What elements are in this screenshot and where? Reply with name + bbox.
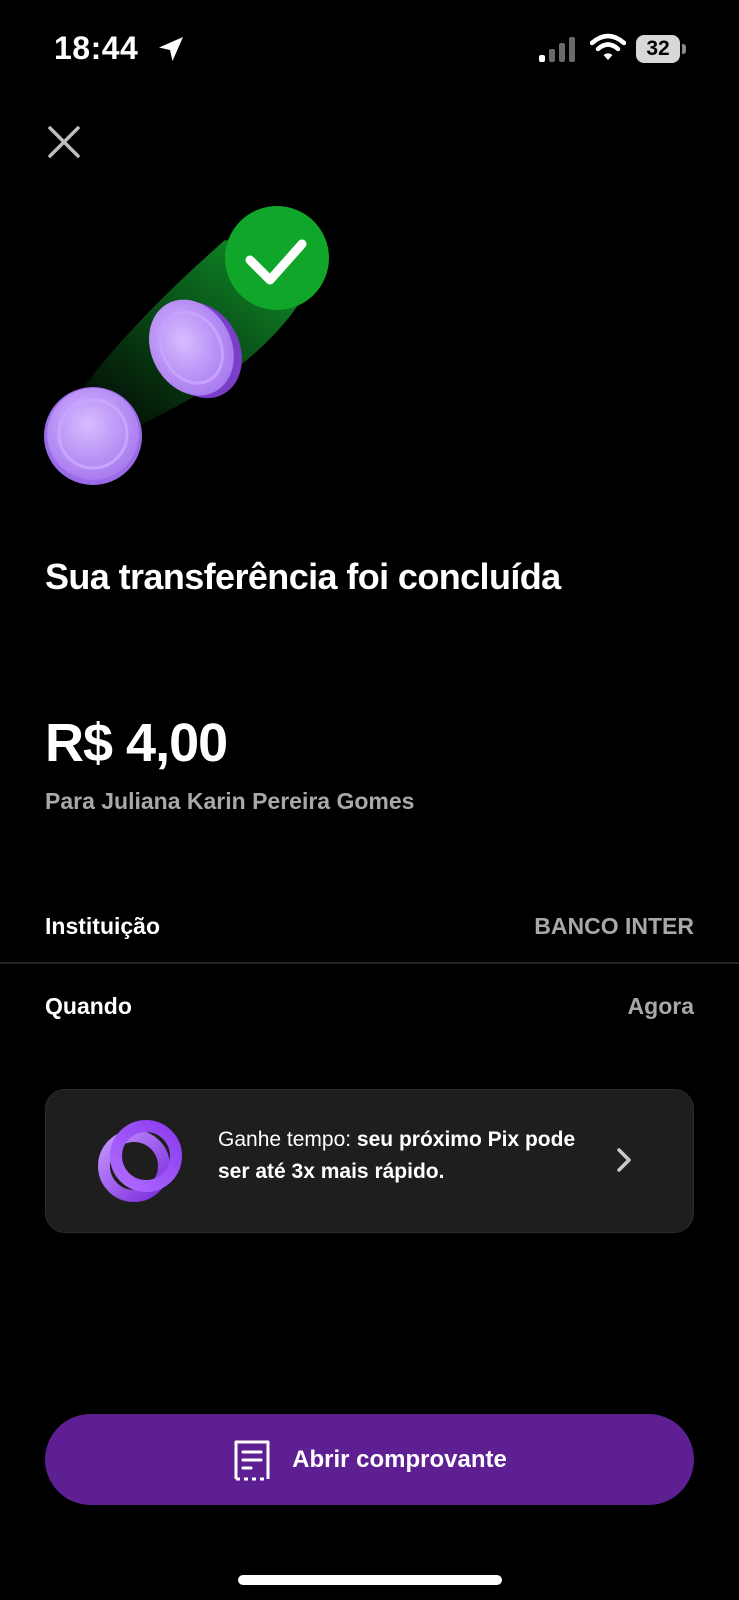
detail-row-institution: Instituição BANCO INTER [45,906,694,946]
detail-value: Agora [627,992,694,1019]
detail-label: Instituição [45,912,161,939]
cellular-signal-icon [539,37,575,62]
open-receipt-button[interactable]: Abrir comprovante [45,1414,694,1505]
location-arrow-icon [159,37,183,61]
detail-row-when: Quando Agora [45,986,694,1026]
transfer-amount: R$ 4,00 [45,713,228,773]
transfer-success-illustration [44,206,329,485]
status-bar: 18:44 32 [0,0,739,100]
battery-indicator: 32 [636,35,686,63]
promo-text: Ganhe tempo: seu próximo Pix pode ser at… [218,1124,608,1188]
page-title: Sua transferência foi concluída [45,556,561,597]
promo-text-regular: Ganhe tempo: [218,1128,357,1151]
home-indicator[interactable] [238,1575,502,1585]
wifi-icon [590,33,626,60]
chevron-right-icon [617,1148,631,1172]
detail-label: Quando [45,992,132,1019]
pix-ring-icon [98,1120,182,1202]
detail-value: BANCO INTER [534,912,694,939]
battery-cap [682,44,686,54]
check-circle-icon [225,206,329,310]
receipt-icon [234,1440,270,1480]
recipient-name: Para Juliana Karin Pereira Gomes [45,788,415,814]
open-receipt-label: Abrir comprovante [292,1445,507,1473]
close-icon[interactable] [44,122,84,162]
battery-body: 32 [636,35,680,63]
coin-icon [44,387,142,485]
divider [0,962,739,964]
status-time: 18:44 [54,30,139,66]
pix-speed-promo-card[interactable]: Ganhe tempo: seu próximo Pix pode ser at… [45,1089,694,1233]
battery-level: 32 [646,37,670,60]
